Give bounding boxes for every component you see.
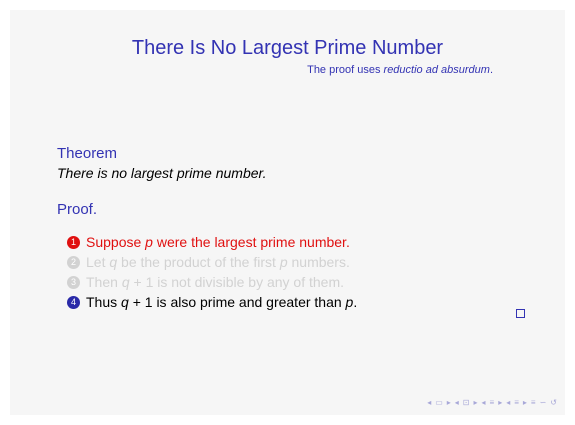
proof-step-4: 4 Thus q + 1 is also prime and greater t… (67, 292, 357, 312)
nav-back-icon[interactable]: ↺ (550, 398, 557, 407)
nav-frame-icon[interactable]: ▭ (435, 398, 443, 407)
subtitle-emphasis: reductio ad absurdum (383, 64, 490, 76)
nav-next-subsection-icon[interactable]: ▸ (474, 398, 478, 407)
math-variable: q (121, 274, 130, 290)
nav-prev-document-icon[interactable]: ◂ (506, 398, 510, 407)
nav-prev-subsection-icon[interactable]: ◂ (455, 398, 459, 407)
nav-search-icon[interactable]: ∽ (540, 398, 547, 407)
title-block: There Is No Largest Prime Number (10, 36, 565, 60)
step-text: Suppose p were the largest prime number. (86, 234, 350, 250)
subtitle-prefix: The proof uses (307, 64, 384, 76)
subtitle-suffix: . (489, 64, 493, 76)
step-text-part: + 1 is also prime and greater than (128, 294, 346, 310)
math-variable: p (279, 254, 288, 270)
step-text: Thus q + 1 is also prime and greater tha… (86, 294, 357, 310)
proof-steps: 1 Suppose p were the largest prime numbe… (67, 232, 357, 312)
nav-prev-section-icon[interactable]: ◂ (482, 398, 486, 407)
proof-step-2: 2 Let q be the product of the first p nu… (67, 252, 357, 272)
nav-next-section-icon[interactable]: ▸ (498, 398, 502, 407)
proof-step-3: 3 Then q + 1 is not divisible by any of … (67, 272, 357, 292)
theorem-block: Theorem There is no largest prime number… (57, 145, 267, 182)
theorem-label: Theorem (57, 145, 118, 162)
step-text-part: Thus (86, 294, 122, 310)
nav-section-icon[interactable]: ≡ (490, 398, 495, 407)
step-text-part: + 1 is not divisible by any of them. (129, 274, 344, 290)
qed-square-icon (516, 309, 525, 318)
math-variable: p (145, 234, 153, 250)
proof-block: Proof. (57, 201, 97, 219)
beamer-navigation-bar: ◂ ▭ ▸ ◂ ⊡ ▸ ◂ ≡ ▸ ◂ ≡ ▸ ≡ ∽ ↺ (427, 398, 557, 407)
step-text-part: . (353, 294, 358, 310)
math-variable: q (109, 254, 118, 270)
step-text-part: were the largest prime number. (152, 234, 350, 250)
step-text-part: Then (86, 274, 122, 290)
math-variable: q (121, 294, 129, 310)
nav-prev-frame-icon[interactable]: ◂ (427, 398, 431, 407)
step-number-badge: 4 (67, 295, 80, 309)
proof-label: Proof. (57, 201, 98, 218)
nav-subsection-icon[interactable]: ⊡ (463, 398, 470, 407)
proof-step-1: 1 Suppose p were the largest prime numbe… (67, 232, 357, 252)
nav-next-document-icon[interactable]: ▸ (523, 398, 527, 407)
nav-appendix-icon[interactable]: ≡ (531, 398, 536, 407)
slide-title: There Is No Largest Prime Number (131, 37, 444, 59)
step-text-part: numbers. (287, 254, 350, 270)
step-number-badge: 3 (67, 275, 80, 289)
step-number-badge: 1 (67, 235, 80, 249)
nav-next-frame-icon[interactable]: ▸ (447, 398, 451, 407)
step-text: Then q + 1 is not divisible by any of th… (86, 274, 344, 290)
theorem-statement: There is no largest prime number. (57, 165, 267, 181)
nav-document-icon[interactable]: ≡ (514, 398, 519, 407)
step-text-part: be the product of the first (117, 254, 280, 270)
slide: There Is No Largest Prime Number The pro… (10, 10, 565, 415)
step-number-badge: 2 (67, 255, 80, 269)
step-text-part: Let (86, 254, 110, 270)
step-text: Let q be the product of the first p numb… (86, 254, 350, 270)
step-text-part: Suppose (86, 234, 146, 250)
slide-subtitle: The proof uses reductio ad absurdum. (307, 64, 493, 76)
